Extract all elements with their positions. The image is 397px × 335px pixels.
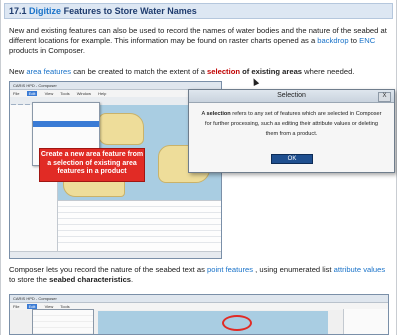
seabed-text-3: to store the [9,275,47,284]
menu-file: File [13,91,20,96]
menu-window: Window [76,91,91,96]
enc-link[interactable]: ENC [359,36,375,45]
dialog-body-bold: selection [206,111,231,117]
chart-map-2 [98,311,328,334]
context-menu-2 [32,309,94,334]
heading-highlight: Digitize [29,6,62,16]
seabed-text-bold: seabed characteristics [49,275,132,284]
intro-text-3: products in Composer. [9,46,85,55]
callout-box: Create a new area feature from a selecti… [39,148,145,182]
menu-help: Help [98,91,107,96]
close-icon[interactable]: X [378,92,391,102]
attribute-table [58,200,221,256]
area-features-link[interactable]: area features [26,67,71,76]
menu-tools: Tools [60,91,70,96]
selection-term[interactable]: selection [207,67,240,76]
area-text: New [9,67,25,76]
seabed-text-2: , using enumerated list [255,265,332,274]
attribute-values-link[interactable]: attribute values [334,265,386,274]
selection-dialog: Selection X A selection refers to any se… [188,89,395,173]
dialog-title: Selection X [189,90,394,103]
dialog-body: A selection refers to any set of feature… [189,103,394,139]
heading-number: 17.1 [9,6,27,16]
area-paragraph: New area features can be created to matc… [9,67,390,77]
heading-rest: Features to Store Water Names [63,6,197,16]
ok-button[interactable]: OK [271,154,313,164]
section-heading: 17.1 Digitize Features to Store Water Na… [4,3,393,19]
status-bar [10,251,221,258]
menu-file-2: File [13,304,20,309]
seabed-paragraph: Composer lets you record the nature of t… [9,265,390,285]
dialog-body-prefix: A [201,111,205,117]
pointer-cursor-icon [250,77,260,86]
area-text-3: where needed. [304,67,355,76]
dialog-body-rest: refers to any set of features which are … [205,111,382,137]
window-title-2: CARIS HPD - Composer [10,295,388,303]
help-page: 17.1 Digitize Features to Store Water Na… [0,0,397,335]
backdrop-link[interactable]: backdrop [317,36,348,45]
attributes-panel-2 [343,309,388,334]
point-features-link[interactable]: point features [207,265,253,274]
composer-screenshot-2: CARIS HPD - Composer File Edit View Tool… [9,294,389,335]
area-text-bold: of existing areas [242,67,303,76]
intro-text-2: to [350,36,358,45]
area-text-2: can be created to match the extent of a [73,67,205,76]
seabed-text: Composer lets you record the nature of t… [9,265,205,274]
menu-edit: Edit [26,91,38,96]
dialog-title-text: Selection [277,92,306,99]
intro-paragraph: New and existing features can also be us… [9,26,390,56]
menu-view: View [44,91,54,96]
seabed-text-4: . [131,275,134,284]
highlight-circle [222,315,252,331]
